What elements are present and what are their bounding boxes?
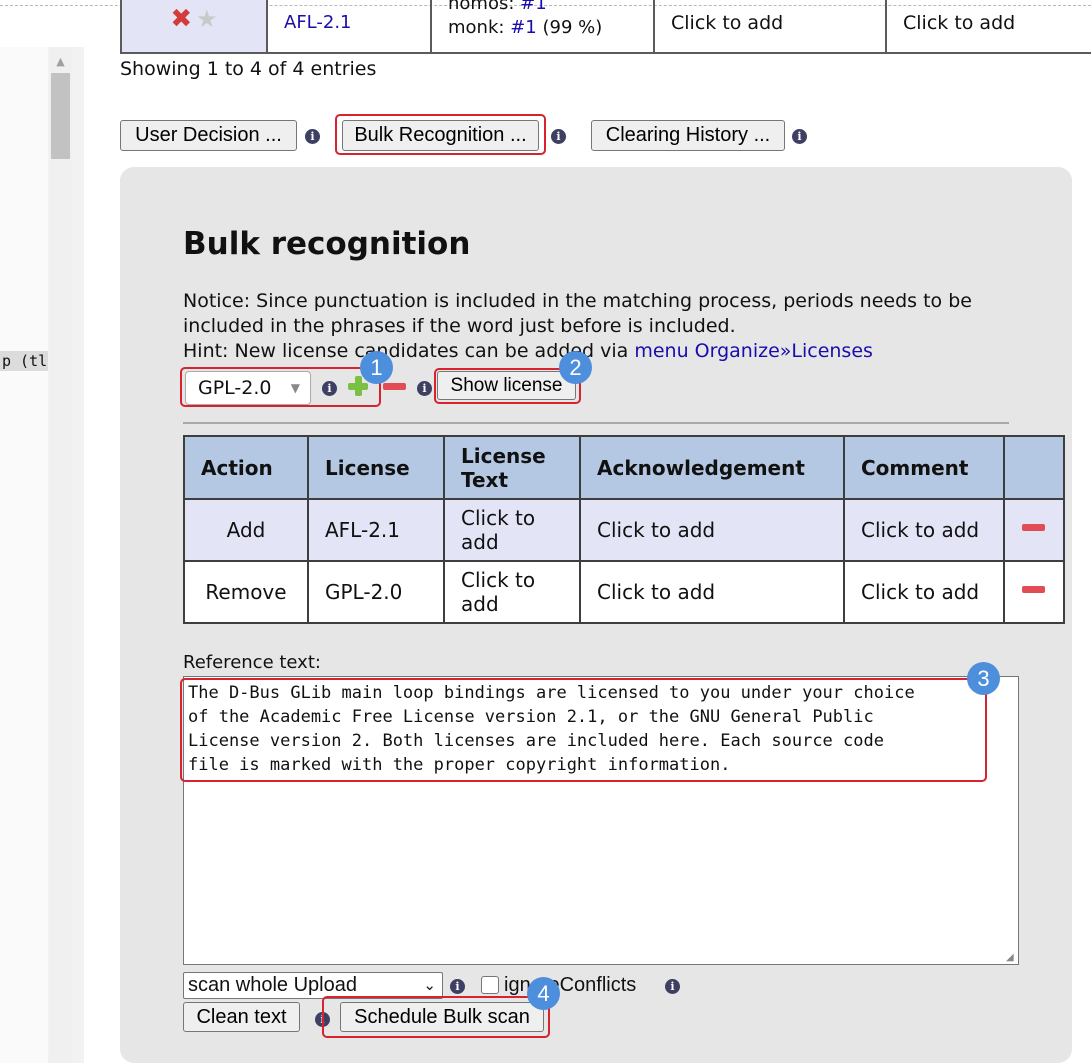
highlight-box (335, 114, 546, 155)
step-badge-3: 3 (967, 662, 1000, 695)
reference-text-label: Reference text: (183, 652, 321, 673)
scroll-up-arrow-icon[interactable]: ▲ (49, 53, 72, 71)
chevron-down-icon: ⌄ (423, 977, 436, 994)
scan-scope-select[interactable]: scan whole Upload ⌄ (183, 972, 443, 999)
comment-cell[interactable]: Click to add (843, 560, 1005, 624)
highlight-box (322, 996, 550, 1038)
left-pane-text-fragment: p (tl (0, 351, 48, 371)
license-cell: AFL-2.1 (266, 0, 432, 54)
panel-title: Bulk recognition (183, 226, 471, 262)
remove-cell (1003, 560, 1065, 624)
license-text-cell[interactable]: Click to add (443, 560, 581, 624)
column-header: Acknowledgement (579, 435, 845, 500)
clean-text-button[interactable]: Clean text (183, 1002, 300, 1032)
agent-line-monk: monk: #1 (99 %) (448, 16, 653, 40)
organize-licenses-link[interactable]: menu Organize»Licenses (634, 340, 873, 362)
table-row: Remove GPL-2.0 Click to add Click to add… (183, 560, 1065, 624)
agent-line-nomos: nomos: #1 (448, 0, 653, 16)
red-x-icon[interactable]: ✖ (170, 6, 192, 32)
minus-icon[interactable] (1022, 586, 1045, 593)
column-header (1003, 435, 1065, 500)
previous-table-row: ✖ ★ AFL-2.1 nomos: #1 monk: #1 (99 %) Cl… (120, 0, 1091, 54)
agent-match-link[interactable]: #1 (520, 0, 547, 14)
decisions-table: Action License License Text Acknowledgem… (183, 435, 1065, 624)
agent-name: monk: (448, 17, 505, 38)
agent-findings-cell: nomos: #1 monk: #1 (99 %) (430, 0, 655, 54)
left-pane-content (0, 47, 48, 1063)
column-header: License Text (443, 435, 581, 500)
row-actions-cell: ✖ ★ (120, 0, 268, 54)
license-text-cell[interactable]: Click to add (443, 498, 581, 562)
column-header: License (307, 435, 445, 500)
star-icon[interactable]: ★ (196, 6, 218, 32)
info-icon[interactable]: i (665, 979, 680, 994)
left-pane: p (tl ▲ (0, 47, 84, 1063)
text-cell[interactable]: Click to add (653, 0, 887, 54)
license-cell: GPL-2.0 (307, 560, 445, 624)
highlight-box (180, 367, 381, 407)
entries-count: Showing 1 to 4 of 4 entries (120, 58, 377, 80)
agent-name: nomos: (448, 0, 515, 14)
scan-scope-value: scan whole Upload (188, 974, 357, 996)
action-cell: Remove (183, 560, 309, 624)
clearing-history-button[interactable]: Clearing History ... (591, 120, 785, 151)
notice-line: Notice: Since punctuation is included in… (183, 290, 972, 337)
user-decision-button[interactable]: User Decision ... (120, 120, 297, 151)
acknowledgement-cell[interactable]: Click to add (579, 560, 845, 624)
minus-icon[interactable] (1022, 524, 1045, 531)
ignore-conflicts-label: ignoreConflicts (504, 974, 637, 996)
info-icon[interactable]: i (551, 129, 566, 144)
scrollbar[interactable]: ▲ (49, 47, 72, 1063)
step-badge-4: 4 (527, 977, 560, 1010)
acknowledgement-cell[interactable]: Click to add (579, 498, 845, 562)
table-header-row: Action License License Text Acknowledgem… (183, 435, 1065, 500)
resize-grip-icon[interactable]: ◢ (1006, 952, 1014, 963)
notice-text: Notice: Since punctuation is included in… (183, 289, 1013, 364)
column-header: Action (183, 435, 309, 500)
highlight-box (180, 678, 987, 782)
ignore-conflicts-checkbox[interactable] (481, 976, 499, 994)
remove-cell (1003, 498, 1065, 562)
info-icon[interactable]: i (417, 381, 432, 396)
hint-line: Hint: New license candidates can be adde… (183, 339, 1013, 364)
minus-icon[interactable] (383, 383, 406, 390)
table-row: Add AFL-2.1 Click to add Click to add Cl… (183, 498, 1065, 562)
agent-percent: (99 %) (542, 17, 603, 38)
divider (183, 422, 1009, 424)
license-link[interactable]: AFL-2.1 (284, 12, 352, 33)
info-icon[interactable]: i (450, 979, 465, 994)
comment-cell[interactable]: Click to add (843, 498, 1005, 562)
action-cell: Add (183, 498, 309, 562)
highlight-box (434, 368, 581, 404)
agent-match-link[interactable]: #1 (510, 17, 537, 38)
info-icon[interactable]: i (792, 129, 807, 144)
license-cell: AFL-2.1 (307, 498, 445, 562)
text-cell[interactable]: Click to add (885, 0, 1091, 54)
column-header: Comment (843, 435, 1005, 500)
step-badge-1: 1 (360, 351, 393, 384)
info-icon[interactable]: i (305, 129, 320, 144)
scrollbar-thumb[interactable] (51, 73, 70, 159)
step-badge-2: 2 (559, 351, 592, 384)
